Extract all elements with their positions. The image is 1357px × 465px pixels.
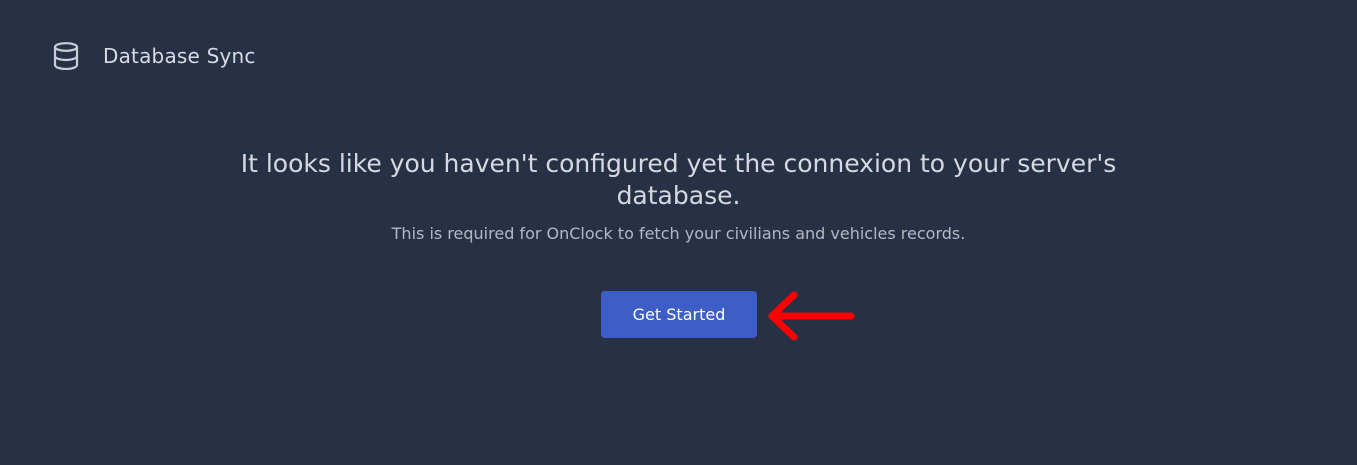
page-title: Database Sync [103, 44, 256, 68]
page-header: Database Sync [52, 40, 256, 72]
empty-state: It looks like you haven't configured yet… [0, 148, 1357, 243]
database-icon [52, 41, 80, 71]
get-started-button[interactable]: Get Started [601, 291, 757, 338]
cta-row: Get Started [0, 291, 1357, 341]
empty-state-description: This is required for OnClock to fetch yo… [391, 224, 966, 243]
empty-state-heading: It looks like you haven't configured yet… [240, 149, 1117, 210]
arrow-left-icon [768, 291, 855, 341]
